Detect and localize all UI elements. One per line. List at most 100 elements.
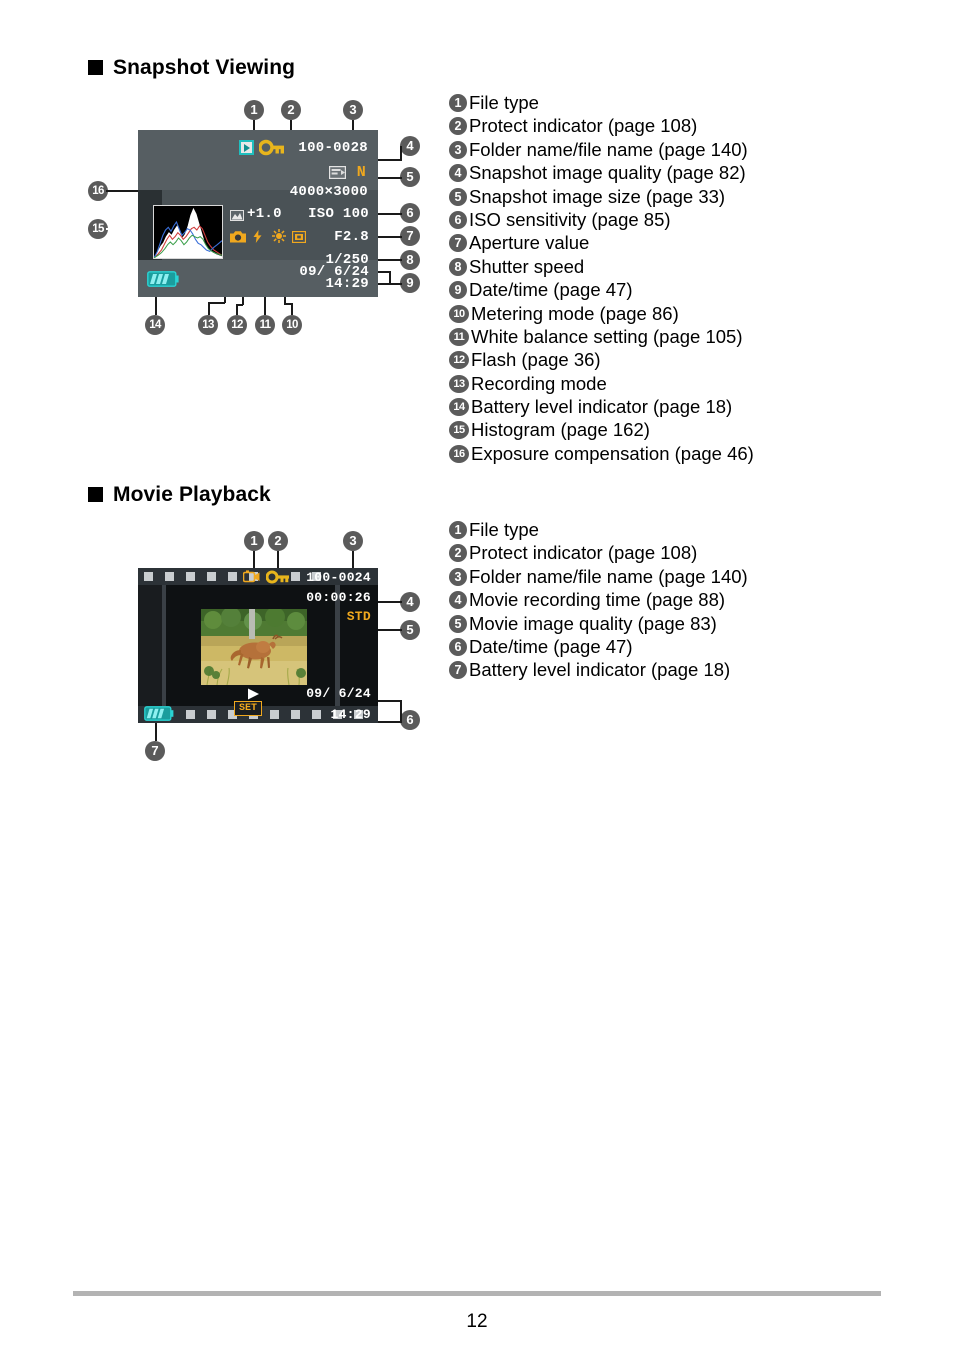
legend-item: 11 White balance setting (page 105): [449, 325, 754, 348]
sprocket-hole: [186, 572, 195, 581]
legend-label: Date/time (page 47): [469, 635, 633, 657]
legend-badge: 16: [449, 444, 469, 463]
exposure-compensation-icon: [230, 208, 244, 226]
legend-item: 14 Battery level indicator (page 18): [449, 395, 754, 418]
legend-badge: 6: [449, 210, 467, 229]
lcd-time: 14:29: [325, 276, 369, 292]
leader-line-10c: [291, 303, 293, 315]
flash-icon: [253, 230, 262, 248]
legend-badge: 5: [449, 187, 467, 206]
legend-badge: 8: [449, 257, 467, 276]
legend-item: 7 Battery level indicator (page 18): [449, 658, 748, 681]
sprocket-hole: [291, 710, 300, 719]
legend-label: Protect indicator (page 108): [469, 115, 698, 137]
callout-snapshot-1: 1: [244, 100, 264, 120]
legend-badge: 11: [449, 327, 469, 346]
movie-date: 09/ 6/24: [306, 686, 371, 701]
callout-snapshot-5: 5: [400, 167, 420, 187]
leader-line-9c: [389, 271, 391, 284]
legend-label: Snapshot image size (page 33): [469, 185, 726, 207]
callout-snapshot-8: 8: [400, 250, 420, 270]
sprocket-hole: [207, 572, 216, 581]
legend-badge: 2: [449, 117, 467, 136]
legend-label: White balance setting (page 105): [471, 325, 743, 347]
sprocket-hole: [165, 572, 174, 581]
legend-item: 3 Folder name/file name (page 140): [449, 138, 754, 161]
movie-time: 14:29: [330, 707, 371, 722]
movie-playback-heading: Movie Playback: [88, 484, 271, 505]
sprocket-hole: [186, 710, 195, 719]
legend-badge: 3: [449, 567, 467, 586]
legend-badge: 9: [449, 281, 467, 300]
legend-label: Movie recording time (page 88): [469, 589, 726, 611]
legend-label: ISO sensitivity (page 85): [469, 208, 671, 230]
movie-file-type-icon: [242, 570, 260, 588]
movie-frame-divider-left: [162, 585, 166, 706]
white-balance-sun-icon: [272, 229, 286, 248]
legend-label: Exposure compensation (page 46): [471, 442, 754, 464]
file-type-play-icon: [239, 140, 254, 155]
legend-label: File type: [469, 92, 539, 113]
lcd-image-quality: N: [356, 164, 366, 181]
legend-badge: 14: [449, 398, 469, 417]
callout-snapshot-12: 12: [227, 315, 247, 335]
battery-level-icon: [147, 271, 179, 292]
snapshot-viewing-title: Snapshot Viewing: [113, 56, 296, 79]
legend-item: 13 Recording mode: [449, 372, 754, 395]
legend-badge: 1: [449, 521, 467, 539]
legend-badge: 1: [449, 94, 467, 112]
legend-label: Movie image quality (page 83): [469, 612, 717, 634]
leader-line-13a: [208, 303, 210, 315]
leader-line-13b: [208, 302, 225, 304]
protect-key-icon: [258, 139, 285, 161]
callout-movie-3: 3: [343, 531, 363, 551]
callout-snapshot-16: 16: [88, 181, 108, 201]
legend-label: Battery level indicator (page 18): [471, 396, 733, 418]
callout-snapshot-10: 10: [282, 315, 302, 335]
footer-divider: [73, 1291, 881, 1296]
leader-line-12a: [236, 305, 238, 315]
callout-snapshot-6: 6: [400, 203, 420, 223]
recording-mode-icon: [230, 230, 246, 248]
legend-item: 16 Exposure compensation (page 46): [449, 442, 754, 465]
sprocket-hole: [207, 710, 216, 719]
legend-item: 15 Histogram (page 162): [449, 418, 754, 441]
histogram: [153, 205, 223, 259]
callout-snapshot-14: 14: [145, 315, 165, 335]
movie-lcd-panel: 100-0024 00:00:26 STD 09/ 6/24 14:29 SET: [138, 568, 378, 723]
movie-recording-time: 00:00:26: [306, 590, 371, 605]
protect-key-icon: [265, 570, 292, 589]
lcd-exposure-compensation: +1.0: [247, 206, 282, 222]
legend-label: Shutter speed: [469, 255, 585, 277]
sprocket-hole: [144, 572, 153, 581]
legend-item: 6 Date/time (page 47): [449, 635, 748, 658]
legend-item: 10 Metering mode (page 86): [449, 302, 754, 325]
metering-mode-icon: [291, 230, 307, 248]
legend-item: 8 Shutter speed: [449, 255, 754, 278]
leader-line-m6b: [374, 721, 402, 723]
legend-label: Aperture value: [469, 232, 590, 254]
legend-badge: 13: [449, 374, 469, 393]
legend-label: Snapshot image quality (page 82): [469, 162, 746, 184]
legend-label: Recording mode: [471, 372, 607, 394]
callout-movie-5: 5: [400, 620, 420, 640]
legend-item: 1 File type: [449, 518, 748, 541]
legend-item: 2 Protect indicator (page 108): [449, 114, 754, 137]
movie-playback-title: Movie Playback: [113, 483, 271, 506]
leader-line-m6a: [374, 700, 402, 702]
snapshot-lcd-panel: 100-0028 N 4000×3000 +1.0 ISO 100 F2.8 1…: [138, 130, 378, 297]
snapshot-legend: 1 File type 2 Protect indicator (page 108)…: [449, 91, 754, 465]
callout-snapshot-11: 11: [255, 315, 275, 335]
legend-item: 4 Snapshot image quality (page 82): [449, 161, 754, 184]
legend-item: 1 File type: [449, 91, 754, 114]
legend-badge: 12: [449, 351, 469, 370]
legend-label: Metering mode (page 86): [471, 302, 679, 324]
legend-badge: 2: [449, 544, 467, 563]
callout-movie-1: 1: [244, 531, 264, 551]
legend-item: 6 ISO sensitivity (page 85): [449, 208, 754, 231]
legend-item: 4 Movie recording time (page 88): [449, 588, 748, 611]
movie-thumbnail: [201, 609, 307, 685]
movie-legend: 1 File type 2 Protect indicator (page 108)…: [449, 518, 748, 682]
legend-label: Protect indicator (page 108): [469, 542, 698, 564]
set-button-chip: SET: [234, 701, 263, 716]
